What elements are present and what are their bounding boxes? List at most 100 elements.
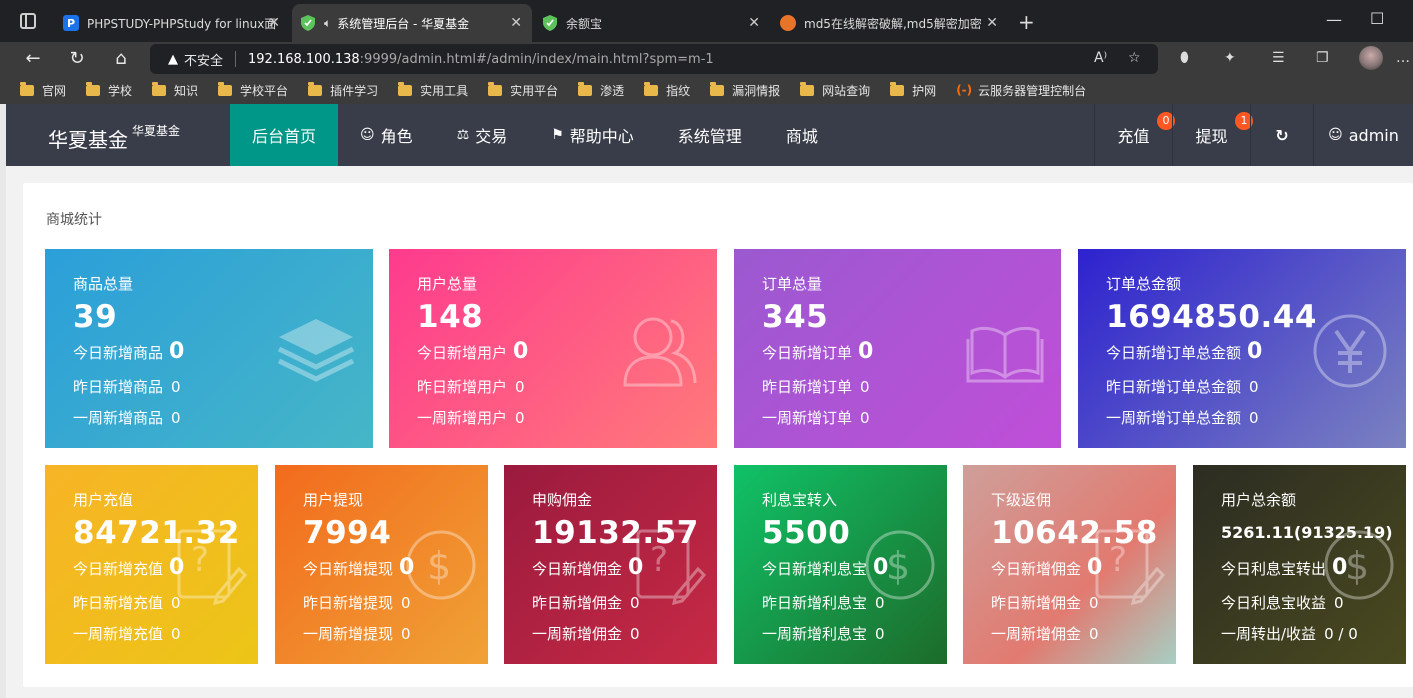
stat-label: 用户充值 — [73, 491, 134, 509]
tab-title: md5在线解密破解,md5解密加密 — [804, 16, 982, 31]
svg-text:$: $ — [1345, 544, 1369, 588]
bookmark-item[interactable]: 护网 — [890, 81, 937, 99]
stat-week: 一周新增用户 0 — [417, 409, 525, 427]
nav-home[interactable]: 后台首页 — [230, 104, 339, 166]
maximize-icon[interactable]: ☐ — [1370, 9, 1384, 28]
doc-edit-icon: ? — [177, 529, 247, 605]
bookmark-item[interactable]: 网站查询 — [800, 81, 870, 99]
stat-yesterday: 昨日新增商品 0 — [73, 378, 181, 396]
bookmark-label: 学校 — [108, 83, 133, 98]
bookmark-item[interactable]: 学校 — [86, 81, 133, 99]
stat-label: 用户总量 — [417, 275, 478, 293]
puzzle-icon[interactable]: ✦ — [1224, 50, 1236, 66]
nav-trade[interactable]: ⚖︎ 交易 — [435, 104, 530, 166]
bookmark-item[interactable]: 指纹 — [644, 81, 690, 99]
brand-logo[interactable]: 华夏基金 华夏基金 — [48, 124, 180, 153]
bookmark-label: 护网 — [912, 83, 937, 98]
nav-shop[interactable]: 商城 — [764, 104, 840, 166]
stat-card-commission[interactable]: 申购佣金 19132.57 今日新增佣金 0 昨日新增佣金 0 一周新增佣金 0 ? — [504, 465, 717, 664]
nav-role[interactable]: ☺︎ 角色 — [338, 104, 435, 166]
stat-yesterday: 昨日新增提现 0 — [303, 594, 411, 612]
folder-icon — [398, 81, 413, 96]
add-favorite-icon[interactable]: ☆ — [1128, 50, 1141, 66]
favorites-icon[interactable]: ☰ — [1272, 50, 1285, 66]
tab-actions-icon[interactable] — [20, 13, 36, 29]
browser-tab-phpstudy[interactable]: P PHPSTUDY-PHPStudy for linux面 ✕ — [55, 4, 290, 42]
close-tab-icon[interactable]: ✕ — [986, 15, 998, 31]
bookmark-item[interactable]: 渗透 — [578, 81, 625, 99]
stat-week: 一周新增订单 0 — [762, 409, 870, 427]
doc-edit-icon: ? — [636, 529, 706, 605]
minimize-icon[interactable]: — — [1326, 10, 1342, 29]
stat-card-products[interactable]: 商品总量 39 今日新增商品 0 昨日新增商品 0 一周新增商品 0 — [45, 249, 373, 448]
recharge-button[interactable]: 充值 0 — [1094, 104, 1175, 166]
speaker-icon[interactable]: 🔈︎ — [324, 16, 331, 31]
stat-card-interest-in[interactable]: 利息宝转入 5500 今日新增利息宝 0 昨日新增利息宝 0 一周新增利息宝 0 $ — [734, 465, 947, 664]
close-tab-icon[interactable]: ✕ — [510, 15, 522, 31]
not-secure-label[interactable]: 不安全 — [184, 50, 223, 69]
flag-icon: ⚑︎ — [551, 127, 564, 143]
mall-stats-card: 商城统计 商品总量 39 今日新增商品 0 昨日新增商品 0 一周新增商品 0 用户总… — [23, 183, 1413, 687]
brand-title: 华夏基金 — [48, 128, 128, 152]
card-title: 商城统计 — [46, 212, 102, 228]
read-aloud-icon[interactable]: A⁾ — [1094, 50, 1107, 66]
nav-system[interactable]: 系统管理 — [656, 104, 764, 166]
stat-card-rebate[interactable]: 下级返佣 10642.58 今日新增佣金 0 昨日新增佣金 0 一周新增佣金 0 ? — [963, 465, 1176, 664]
bookmark-item[interactable]: 知识 — [152, 81, 198, 99]
users-icon — [623, 317, 697, 387]
user-icon: ☺︎ — [360, 127, 375, 143]
bookmark-item[interactable]: 实用工具 — [398, 81, 468, 99]
nav-help[interactable]: ⚑︎ 帮助中心 — [529, 104, 656, 166]
folder-icon — [890, 81, 905, 96]
address-bar[interactable]: ▲ 不安全 192.168.100.138 :9999/admin.html#/… — [150, 44, 1158, 74]
bookmark-item[interactable]: 漏洞情报 — [710, 81, 780, 99]
browser-tab-md5[interactable]: md5在线解密破解,md5解密加密 ✕ — [772, 4, 1008, 42]
yen-icon — [1313, 314, 1387, 388]
bookmark-label: 云服务器管理控制台 — [978, 83, 1087, 98]
stat-card-withdraw[interactable]: 用户提现 7994 今日新增提现 0 昨日新增提现 0 一周新增提现 0 $ — [275, 465, 488, 664]
stat-value: 1694850.44 — [1106, 299, 1317, 335]
profile-avatar[interactable] — [1359, 46, 1383, 70]
stat-today: 今日新增佣金 0 — [991, 555, 1103, 580]
svg-text:?: ? — [191, 540, 209, 580]
refresh-icon[interactable]: ↻ — [66, 48, 88, 70]
recharge-label: 充值 — [1117, 127, 1150, 146]
back-icon[interactable]: ← — [22, 48, 44, 70]
home-icon[interactable]: ⌂ — [110, 48, 132, 70]
bookmark-item[interactable]: 插件学习 — [308, 81, 378, 99]
withdraw-button[interactable]: 提现 1 — [1172, 104, 1253, 166]
bookmark-item[interactable]: 实用平台 — [488, 81, 558, 99]
bookmark-label: 学校平台 — [240, 83, 289, 98]
stat-yesterday: 昨日新增用户 0 — [417, 378, 525, 396]
warning-icon[interactable]: ▲ — [168, 52, 178, 67]
bookmark-item[interactable]: (-) 云服务器管理控制台 — [956, 82, 1086, 99]
stat-value: 7994 — [303, 515, 392, 551]
browser-tab-yuebao[interactable]: 余额宝 ✕ — [534, 4, 770, 42]
user-menu[interactable]: ☺︎ admin — [1313, 104, 1413, 166]
close-tab-icon[interactable]: ✕ — [268, 15, 280, 31]
more-icon[interactable]: … — [1396, 50, 1410, 66]
stat-card-orders[interactable]: 订单总量 345 今日新增订单 0 昨日新增订单 0 一周新增订单 0 — [734, 249, 1061, 448]
browser-tab-strip: P PHPSTUDY-PHPStudy for linux面 ✕ 🔈︎ 系统管理… — [0, 0, 1413, 42]
close-tab-icon[interactable]: ✕ — [748, 15, 760, 31]
refresh-button[interactable]: ↻ — [1250, 104, 1313, 166]
stat-card-balance[interactable]: 用户总余额 5261.11(91325.19) 今日利息宝转出 0 今日利息宝收益… — [1193, 465, 1406, 664]
stat-week: 一周新增充值 0 — [73, 625, 181, 643]
bookmark-item[interactable]: 官网 — [20, 81, 66, 99]
new-tab-icon[interactable]: + — [1018, 10, 1035, 34]
collections-icon[interactable]: ❐ — [1316, 50, 1329, 66]
folder-icon — [644, 81, 659, 96]
stat-value: 5500 — [762, 515, 851, 551]
stat-week: 一周新增利息宝 0 — [762, 625, 885, 643]
bookmark-item[interactable]: 学校平台 — [218, 81, 289, 99]
browser-tab-admin[interactable]: 🔈︎ 系统管理后台 - 华夏基金 ✕ — [292, 4, 532, 42]
stat-card-users[interactable]: 用户总量 148 今日新增用户 0 昨日新增用户 0 一周新增用户 0 — [389, 249, 717, 448]
extension-icon[interactable]: ⬮ — [1180, 50, 1189, 66]
cloud-icon: (-) — [956, 83, 973, 97]
stat-card-order-amount[interactable]: 订单总金额 1694850.44 今日新增订单总金额 0 昨日新增订单总金额 0 一… — [1078, 249, 1406, 448]
nav-label: 系统管理 — [677, 127, 742, 146]
stat-card-recharge[interactable]: 用户充值 84721.32 今日新增充值 0 昨日新增充值 0 一周新增充值 0 ? — [45, 465, 258, 664]
sidebar-edge — [0, 104, 6, 698]
stat-today: 今日新增订单总金额 0 — [1106, 339, 1263, 364]
bookmark-label: 渗透 — [600, 83, 625, 98]
